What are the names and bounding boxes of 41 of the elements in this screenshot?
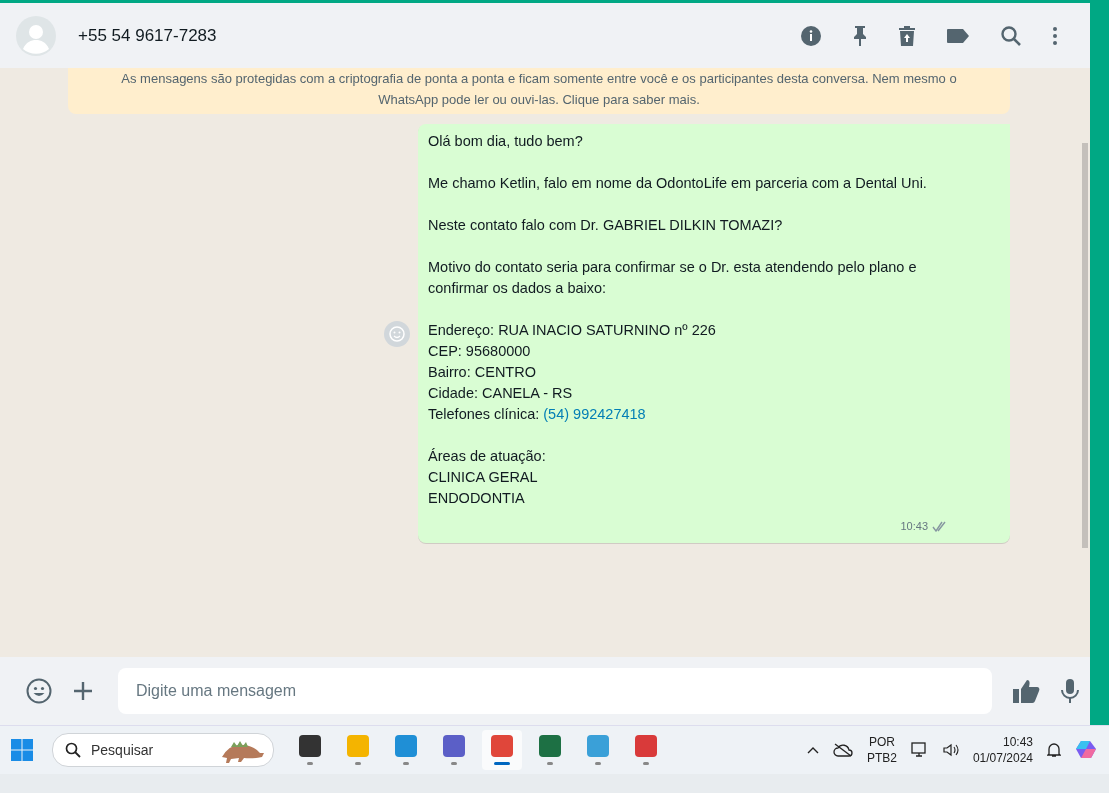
message-input[interactable]: Digite uma mensagem [118, 668, 992, 714]
phone-link[interactable]: (54) 992427418 [543, 406, 646, 422]
windows-start-icon[interactable] [10, 738, 34, 762]
trash-icon[interactable] [898, 24, 916, 47]
double-check-icon [932, 521, 948, 532]
message-text: Me chamo Ketlin, falo em nome da OdontoLife em parceria com a Dental Uni. [428, 174, 928, 193]
copilot-icon[interactable] [1075, 739, 1099, 761]
speaker-icon[interactable] [942, 743, 959, 757]
taskbar-clock[interactable]: 10:43 01/07/2024 [972, 734, 1033, 766]
plus-icon[interactable] [72, 680, 94, 702]
message-text: ENDODONTIA [428, 489, 526, 508]
message-text: Motivo do contato seria para confirmar se o Dr. esta atendendo pelo plano e confirmar os dados a baixo: [428, 258, 918, 298]
message-text: CLINICA GERAL [428, 468, 539, 487]
microphone-icon[interactable] [1060, 678, 1080, 704]
message-text: Olá bom dia, tudo bem? [428, 132, 584, 151]
search-icon [65, 742, 81, 758]
message-text: CEP: 95680000 [428, 342, 532, 361]
menu-icon[interactable] [1052, 25, 1058, 46]
message-text: Endereço: RUA INACIO SATURNINO nº 226 [428, 321, 717, 340]
message-text: Neste contato falo com Dr. GABRIEL DILKIN TOMAZI? [428, 216, 784, 235]
emoji-icon[interactable] [26, 678, 52, 704]
message-text: Telefones clínica: (54) 992427418 [428, 405, 647, 424]
message-text: Áreas de atuação: [428, 447, 547, 466]
thumbs-up-icon[interactable] [1012, 678, 1040, 704]
search-icon[interactable] [1000, 24, 1022, 47]
pin-icon[interactable] [852, 24, 868, 47]
contact-name[interactable]: +55 54 9617-7283 [78, 25, 778, 46]
language-indicator[interactable]: POR PTB2 [866, 734, 897, 766]
label-icon[interactable] [946, 26, 970, 45]
chevron-up-icon[interactable] [806, 746, 819, 754]
message-time: 10:43 [900, 519, 928, 534]
encryption-notice[interactable]: As mensagens são protegidas com a criptografia de ponta a ponta e ficam somente entre você e os participantes desta conversa. Nem mesmo o WhatsApp pode ler ou ouvi-las. Clique para saber mais. [68, 68, 1010, 114]
info-icon[interactable] [800, 24, 822, 47]
bell-icon[interactable] [1047, 742, 1061, 758]
cloud-off-icon[interactable] [832, 743, 853, 757]
message-text: Bairro: CENTRO [428, 363, 537, 382]
network-icon[interactable] [910, 742, 929, 758]
search-placeholder: Pesquisar [91, 742, 154, 758]
taskbar-search[interactable]: Pesquisar [52, 733, 274, 767]
message-text: Cidade: CANELA - RS [428, 384, 574, 403]
taskbar-app-icon[interactable] [482, 730, 522, 770]
